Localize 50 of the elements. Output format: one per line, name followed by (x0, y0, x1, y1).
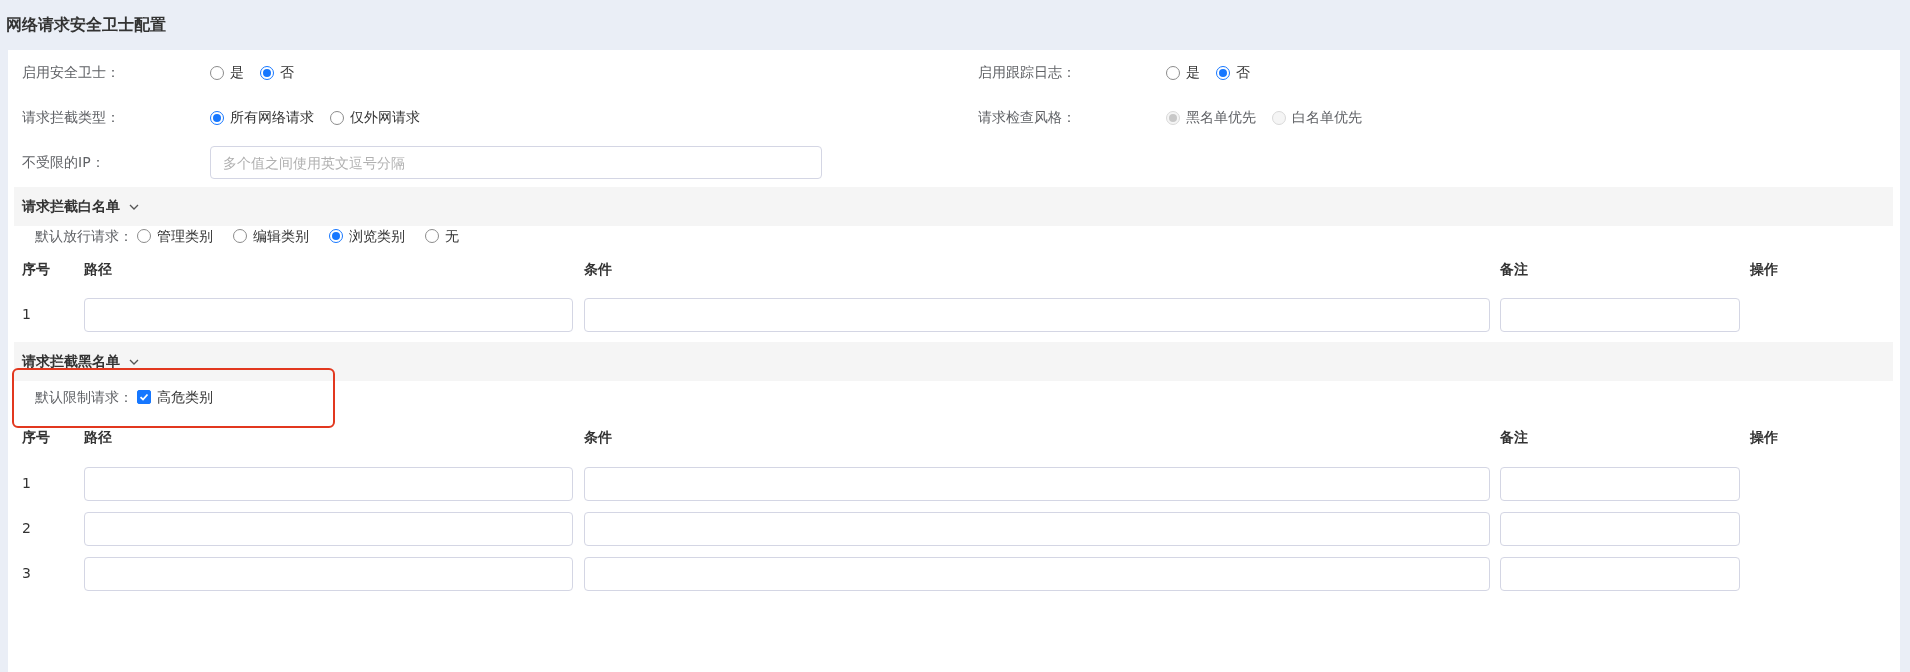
field-label: 请求拦截类型： (22, 108, 121, 127)
section-title: 请求拦截黑名单 (22, 352, 120, 371)
radio-option[interactable]: 是 (210, 62, 244, 83)
radio-option[interactable]: 管理类别 (137, 225, 213, 247)
path-input-field[interactable] (84, 466, 573, 501)
field-label: 启用安全卫士： (22, 63, 121, 82)
radio-option[interactable]: 是 (1166, 62, 1200, 83)
radio-option[interactable]: 编辑类别 (233, 225, 309, 247)
checkbox-option[interactable]: 高危类别 (137, 386, 213, 408)
remark-input-field[interactable] (1500, 556, 1740, 591)
field-label: 启用跟踪日志： (978, 63, 1077, 82)
default-label: 默认限制请求： (35, 387, 133, 407)
remark-input-field[interactable] (1500, 511, 1740, 546)
remark-input-field[interactable] (1500, 466, 1740, 501)
column-header: 备注 (1500, 427, 1528, 447)
column-header: 序号 (22, 427, 50, 447)
condition-input-field[interactable] (584, 511, 1490, 546)
field-label: 请求检查风格： (978, 108, 1077, 127)
radio-option[interactable]: 无 (425, 225, 459, 247)
remark-input-field[interactable] (1500, 297, 1740, 332)
section-header[interactable]: 请求拦截白名单 (14, 187, 1893, 226)
row-number: 2 (22, 519, 31, 538)
column-header: 条件 (584, 259, 612, 279)
row-number: 3 (22, 564, 31, 583)
path-input-field[interactable] (84, 297, 573, 332)
column-header: 路径 (84, 427, 112, 447)
column-header: 条件 (584, 427, 612, 447)
field-label: 不受限的IP： (22, 153, 106, 172)
column-header: 路径 (84, 259, 112, 279)
column-header: 操作 (1750, 427, 1778, 447)
row-number: 1 (22, 305, 31, 324)
column-header: 序号 (22, 259, 50, 279)
page-title: 网络请求安全卫士配置 (6, 14, 166, 36)
default-label: 默认放行请求： (35, 226, 133, 246)
column-header: 备注 (1500, 259, 1528, 279)
column-header: 操作 (1750, 259, 1778, 279)
radio-option[interactable]: 仅外网请求 (330, 107, 420, 128)
ip-input-field[interactable]: 多个值之间使用英文逗号分隔 (210, 146, 822, 179)
section-title: 请求拦截白名单 (22, 197, 120, 216)
radio-option[interactable]: 所有网络请求 (210, 107, 314, 128)
radio-option[interactable]: 浏览类别 (329, 225, 405, 247)
row-number: 1 (22, 474, 31, 493)
radio-option[interactable]: 否 (1216, 62, 1250, 83)
path-input-field[interactable] (84, 556, 573, 591)
section-header[interactable]: 请求拦截黑名单 (14, 342, 1893, 381)
condition-input-field[interactable] (584, 466, 1490, 501)
condition-input-field[interactable] (584, 297, 1490, 332)
path-input-field[interactable] (84, 511, 573, 546)
condition-input-field[interactable] (584, 556, 1490, 591)
radio-option[interactable]: 否 (260, 62, 294, 83)
